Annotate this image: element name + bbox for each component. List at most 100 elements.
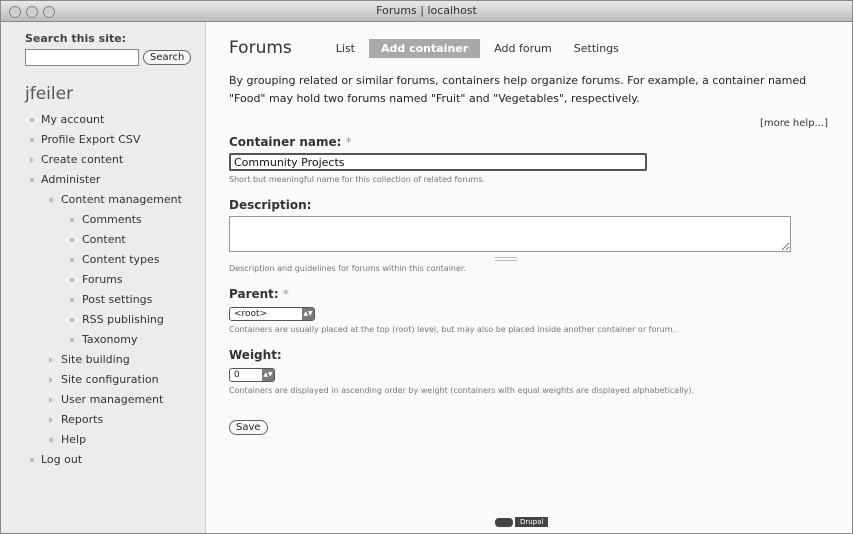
sidebar-item-site-building[interactable]: Site building xyxy=(1,350,205,370)
sidebar-item-my-account[interactable]: My account xyxy=(1,110,205,130)
sidebar-item-help[interactable]: Help xyxy=(1,430,205,450)
sidebar-item-label: Forums xyxy=(82,273,123,286)
search-form: Search xyxy=(25,49,205,66)
sidebar-item-taxonomy[interactable]: Taxonomy xyxy=(1,330,205,350)
more-help-link[interactable]: [more help...] xyxy=(229,118,828,129)
bullet-icon xyxy=(49,438,53,442)
bullet-icon xyxy=(70,298,74,302)
bullet-icon xyxy=(30,118,34,122)
description-field-description: Description and guidelines for forums wi… xyxy=(229,264,466,273)
tab-settings[interactable]: Settings xyxy=(566,39,627,58)
weight-select[interactable]: 0 ▲▼ xyxy=(229,368,275,382)
collapsed-arrow-icon xyxy=(30,157,34,163)
sidebar-item-label: Help xyxy=(61,433,87,446)
tab-list[interactable]: List xyxy=(328,39,363,58)
sidebar-item-content-types[interactable]: Content types xyxy=(1,250,205,270)
required-mark: * xyxy=(282,287,289,301)
zoom-window-icon[interactable] xyxy=(43,6,55,18)
description-label: Description: xyxy=(229,198,312,212)
parent-description: Containers are usually placed at the top… xyxy=(229,325,676,334)
sidebar-item-label: Content types xyxy=(82,253,160,266)
container-name-label: Container name: * xyxy=(229,135,828,149)
drupal-logo-icon xyxy=(495,517,513,527)
window-title: Forums | localhost xyxy=(376,4,477,17)
sidebar-item-label: Log out xyxy=(41,453,83,466)
bullet-icon xyxy=(70,218,74,222)
sidebar-item-label: Post settings xyxy=(82,293,153,306)
sidebar-item-rss-publishing[interactable]: RSS publishing xyxy=(1,310,205,330)
sidebar-item-content-management[interactable]: Content management xyxy=(1,190,205,210)
sidebar-item-label: Content management xyxy=(61,193,182,206)
sidebar-item-label: User management xyxy=(61,393,164,406)
select-arrows-icon: ▲▼ xyxy=(262,369,274,381)
parent-select[interactable]: <root> ▲▼ xyxy=(229,307,315,321)
bullet-icon xyxy=(30,138,34,142)
sidebar-item-log-out[interactable]: Log out xyxy=(1,450,205,470)
sidebar-item-user-management[interactable]: User management xyxy=(1,390,205,410)
required-mark: * xyxy=(345,135,352,149)
bullet-icon xyxy=(30,178,34,182)
sidebar-item-label: Reports xyxy=(61,413,104,426)
intro-text: By grouping related or similar forums, c… xyxy=(229,74,807,105)
drupal-badge[interactable]: Drupal xyxy=(495,517,549,527)
textarea-resize-grip[interactable] xyxy=(229,256,785,262)
sidebar: Search this site: Search jfeiler My acco… xyxy=(1,22,206,533)
bullet-icon xyxy=(49,198,53,202)
container-name-input[interactable] xyxy=(229,153,647,171)
search-label: Search this site: xyxy=(25,32,127,45)
sidebar-item-label: My account xyxy=(41,113,105,126)
sidebar-item-label: Content xyxy=(82,233,126,246)
sidebar-item-create-content[interactable]: Create content xyxy=(1,150,205,170)
sidebar-item-post-settings[interactable]: Post settings xyxy=(1,290,205,310)
bullet-icon xyxy=(70,238,74,242)
collapsed-arrow-icon xyxy=(49,417,53,423)
save-button[interactable]: Save xyxy=(229,420,268,435)
window-controls xyxy=(9,6,55,18)
weight-label: Weight: xyxy=(229,348,282,362)
page-title: Forums xyxy=(229,38,292,58)
sidebar-item-label: Administer xyxy=(41,173,101,186)
sidebar-item-label: RSS publishing xyxy=(82,313,164,326)
container-name-description: Short but meaningful name for this colle… xyxy=(229,175,486,184)
sidebar-item-label: Comments xyxy=(82,213,142,226)
tabs: List Add container Add forum Settings xyxy=(328,38,633,58)
collapsed-arrow-icon xyxy=(49,397,53,403)
title-bar: Forums | localhost xyxy=(1,1,852,22)
sidebar-item-profile-export-csv[interactable]: Profile Export CSV xyxy=(1,130,205,150)
username-heading: jfeiler xyxy=(25,84,74,104)
bullet-icon xyxy=(30,458,34,462)
search-input[interactable] xyxy=(25,49,139,66)
page-content: Search this site: Search jfeiler My acco… xyxy=(1,22,852,533)
sidebar-item-label: Site building xyxy=(61,353,130,366)
drupal-badge-label: Drupal xyxy=(515,517,549,527)
weight-select-value: 0 xyxy=(234,370,240,380)
description-textarea[interactable] xyxy=(229,216,791,252)
sidebar-item-reports[interactable]: Reports xyxy=(1,410,205,430)
tab-add-container[interactable]: Add container xyxy=(369,38,481,58)
collapsed-arrow-icon xyxy=(49,357,53,363)
sidebar-item-label: Create content xyxy=(41,153,124,166)
sidebar-item-content[interactable]: Content xyxy=(1,230,205,250)
sidebar-item-forums[interactable]: Forums xyxy=(1,270,205,290)
search-button[interactable]: Search xyxy=(143,50,192,65)
sidebar-item-site-configuration[interactable]: Site configuration xyxy=(1,370,205,390)
sidebar-nav: My account Profile Export CSV Create conte… xyxy=(1,110,205,470)
close-window-icon[interactable] xyxy=(9,6,21,18)
container-name-label-text: Container name: xyxy=(229,135,342,149)
parent-label: Parent: * xyxy=(229,287,828,301)
sidebar-item-label: Taxonomy xyxy=(82,333,138,346)
weight-description: Containers are displayed in ascending or… xyxy=(229,386,695,395)
page-header: Forums List Add container Add forum Setting… xyxy=(229,38,828,58)
tab-add-forum[interactable]: Add forum xyxy=(486,39,560,58)
sidebar-item-administer[interactable]: Administer xyxy=(1,170,205,190)
bullet-icon xyxy=(70,278,74,282)
sidebar-item-comments[interactable]: Comments xyxy=(1,210,205,230)
sidebar-item-label: Profile Export CSV xyxy=(41,133,141,146)
sidebar-item-label: Site configuration xyxy=(61,373,159,386)
browser-window: Forums | localhost Search this site: Sea… xyxy=(0,0,853,534)
bullet-icon xyxy=(70,318,74,322)
bullet-icon xyxy=(70,258,74,262)
collapsed-arrow-icon xyxy=(49,377,53,383)
minimize-window-icon[interactable] xyxy=(26,6,38,18)
select-arrows-icon: ▲▼ xyxy=(302,308,314,320)
